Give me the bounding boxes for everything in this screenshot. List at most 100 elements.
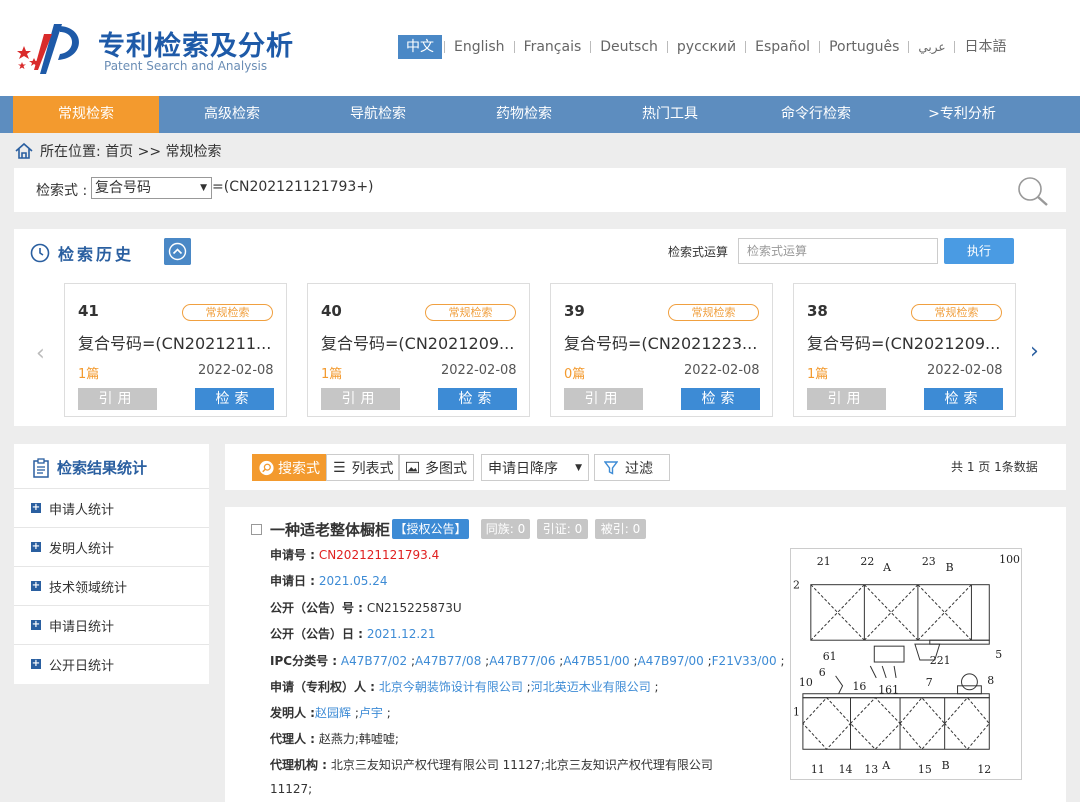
stats-title-text: 检索结果统计 (57, 459, 148, 477)
list-mode-label: 列表式 (351, 460, 394, 477)
stat-label: 公开日统计 (49, 658, 115, 674)
inventor-link[interactable]: 赵园辉 (315, 706, 351, 720)
svg-text:14: 14 (839, 763, 853, 776)
agent-value: 赵燕力;韩嘘嘘; (318, 732, 399, 746)
next-arrow-icon[interactable]: › (1030, 339, 1039, 364)
result-stats-panel: 检索结果统计 + 申请人统计 + 发明人统计 + 技术领域统计 + 申请日统计 + 公开日… (14, 444, 209, 684)
history-card: 40 常规检索 复合号码=(CN2021209... 1篇 2022-02-08… (307, 283, 530, 417)
list-mode-button[interactable]: ☰ 列表式 (326, 454, 399, 481)
search-icon[interactable] (1016, 176, 1050, 208)
query-bar: 检索式 : 复合号码 ▼ =(CN202121121793+) (14, 168, 1066, 212)
svg-text:221: 221 (930, 654, 951, 667)
lang-ru[interactable]: русский (670, 35, 743, 59)
cite-button[interactable]: 引用 (321, 388, 400, 410)
lang-en[interactable]: English (447, 35, 512, 59)
lang-ar[interactable]: عربي (911, 35, 952, 59)
search-button[interactable]: 检索 (438, 388, 517, 410)
search-button[interactable]: 检索 (195, 388, 274, 410)
stat-item-app-date[interactable]: + 申请日统计 (14, 605, 209, 644)
stat-item-pub-date[interactable]: + 公开日统计 (14, 644, 209, 683)
family-badge[interactable]: 同族: 0 (481, 519, 530, 539)
nav-navigation-search[interactable]: 导航检索 (305, 96, 451, 133)
citation-badge[interactable]: 引证: 0 (537, 519, 588, 539)
home-icon[interactable] (14, 142, 34, 160)
cnipa-logo-icon (17, 24, 79, 74)
lang-es[interactable]: Español (748, 35, 817, 59)
nav-command-search[interactable]: 命令行检索 (743, 96, 889, 133)
field-inventor: 发明人 :赵园辉 ;卢宇 ; (270, 706, 391, 720)
prev-arrow-icon[interactable]: ‹ (36, 341, 45, 366)
card-tag: 常规检索 (911, 304, 1002, 321)
search-button[interactable]: 检索 (681, 388, 760, 410)
image-icon (406, 461, 419, 474)
lang-ja[interactable]: 日本語 (957, 35, 1013, 59)
field-agency: 代理机构 : 北京三友知识产权代理有限公司 11127;北京三友知识产权代理有限… (270, 758, 713, 772)
nav-tools[interactable]: 热门工具 (597, 96, 743, 133)
stat-item-applicant[interactable]: + 申请人统计 (14, 488, 209, 527)
sort-select[interactable]: 申请日降序 ▼ (481, 454, 589, 481)
applicant-link[interactable]: 北京今朝装饰设计有限公司 (379, 680, 523, 694)
field-agency-cont: 11127; (270, 782, 313, 796)
card-count: 1篇 (807, 367, 829, 382)
cite-button[interactable]: 引用 (564, 388, 643, 410)
collapse-toggle-icon[interactable] (164, 238, 191, 265)
stat-label: 技术领域统计 (49, 580, 128, 596)
lang-fr[interactable]: Français (517, 35, 589, 59)
app-no-value: CN202121121793.4 (318, 548, 440, 562)
execute-button[interactable]: 执行 (944, 238, 1014, 264)
cite-button[interactable]: 引用 (78, 388, 157, 410)
applicant-link[interactable]: 河北英迈木业有限公司 (531, 680, 651, 694)
calc-input[interactable]: 检索式运算 (738, 238, 938, 264)
card-number: 38 (807, 302, 828, 320)
app-date-link[interactable]: 2021.05.24 (319, 574, 388, 588)
search-mode-button[interactable]: 搜索式 (252, 454, 327, 481)
svg-text:1: 1 (793, 706, 800, 719)
lang-de[interactable]: Deutsch (593, 35, 665, 59)
card-query: 复合号码=(CN2021223... (564, 334, 758, 353)
card-count: 1篇 (78, 367, 100, 382)
ipc-link[interactable]: A47B97/00 (638, 654, 704, 668)
cite-button[interactable]: 引用 (807, 388, 886, 410)
svg-text:22: 22 (860, 555, 874, 568)
stat-label: 申请日统计 (49, 619, 115, 635)
svg-text:13: 13 (864, 763, 878, 776)
nav-advanced-search[interactable]: 高级检索 (159, 96, 305, 133)
svg-text:8: 8 (987, 674, 994, 687)
card-date: 2022-02-08 (198, 363, 274, 378)
ipc-link[interactable]: A47B77/02 (341, 654, 407, 668)
multi-image-mode-button[interactable]: 多图式 (399, 454, 474, 481)
svg-text:A: A (881, 759, 890, 772)
card-query: 复合号码=(CN2021209... (321, 334, 515, 353)
ipc-link[interactable]: A47B77/08 (415, 654, 481, 668)
ipc-link[interactable]: A47B51/00 (563, 654, 629, 668)
inventor-link[interactable]: 卢宇 (359, 706, 383, 720)
plus-icon: + (31, 541, 41, 552)
card-tag: 常规检索 (668, 304, 759, 321)
query-field-select[interactable]: 复合号码 ▼ (91, 177, 212, 199)
pub-date-link[interactable]: 2021.12.21 (367, 627, 436, 641)
stat-item-inventor[interactable]: + 发明人统计 (14, 527, 209, 566)
clipboard-icon (33, 457, 49, 478)
card-query: 复合号码=(CN2021211... (78, 334, 272, 353)
nav-drug-search[interactable]: 药物检索 (451, 96, 597, 133)
search-button[interactable]: 检索 (924, 388, 1003, 410)
card-tag: 常规检索 (425, 304, 516, 321)
stat-item-tech-field[interactable]: + 技术领域统计 (14, 566, 209, 605)
brand-title-cn: 专利检索及分析 (98, 31, 294, 62)
dropdown-arrow-icon: ▼ (575, 462, 582, 473)
field-applicant: 申请（专利权）人 : 北京今朝装饰设计有限公司 ;河北英迈木业有限公司 ; (270, 680, 659, 694)
ipc-link[interactable]: F21V33/00 (712, 654, 777, 668)
lang-zh[interactable]: 中文 (398, 35, 442, 59)
filter-button[interactable]: 过滤 (594, 454, 670, 481)
card-number: 39 (564, 302, 585, 320)
result-checkbox[interactable] (251, 524, 262, 535)
query-expression[interactable]: =(CN202121121793+) (212, 179, 374, 195)
result-title[interactable]: 一种适老整体橱柜 (270, 519, 390, 540)
svg-text:2: 2 (793, 579, 800, 592)
nav-basic-search[interactable]: 常规检索 (13, 96, 159, 133)
nav-patent-analysis[interactable]: >专利分析 (889, 96, 1035, 133)
ipc-link[interactable]: A47B77/06 (489, 654, 555, 668)
patent-drawing[interactable]: 21 22 A 23 B100 25221616 10 16 1617 8 111 14 13 A … (790, 548, 1022, 780)
cited-by-badge[interactable]: 被引: 0 (595, 519, 646, 539)
lang-pt[interactable]: Português (822, 35, 906, 59)
